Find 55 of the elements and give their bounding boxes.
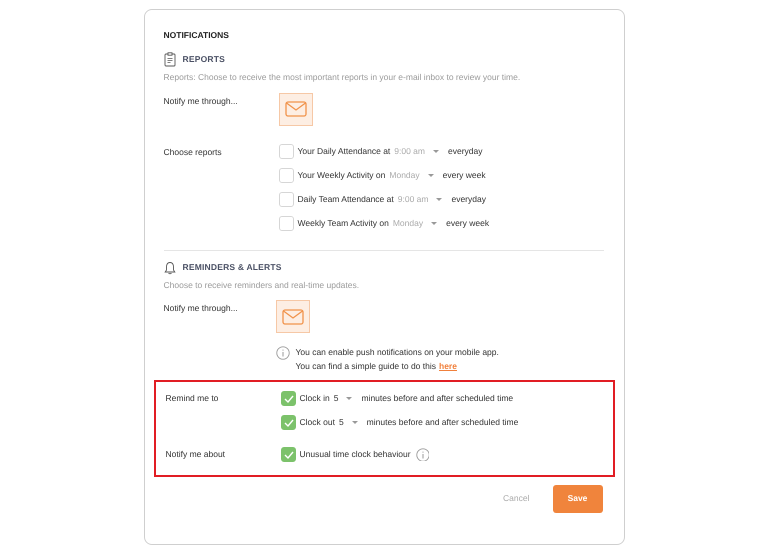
option-label: Daily Team Attendance at	[298, 192, 394, 206]
minutes-dropdown[interactable]: 5	[334, 392, 352, 405]
caret-icon	[352, 420, 358, 424]
checkbox[interactable]	[278, 216, 294, 230]
checkbox[interactable]	[280, 446, 296, 462]
clipboard-icon	[164, 52, 176, 67]
frequency-label: everyday	[451, 192, 486, 206]
time-dropdown[interactable]: Monday	[389, 168, 434, 182]
checkbox[interactable]	[280, 390, 296, 406]
section-description: Choose to receive reminders and real-time updates.	[164, 278, 360, 292]
info-text: You can enable push notifications on your mobile app.	[296, 346, 499, 359]
caret-icon	[431, 222, 438, 224]
option-label: Clock out	[300, 416, 335, 429]
checkbox[interactable]	[278, 144, 294, 158]
caret-icon	[428, 174, 434, 176]
info-icon	[276, 346, 290, 360]
field-label: Remind me to	[166, 392, 220, 405]
section-description: Reports: Choose to receive the most important reports in your e-mail inbox to review your time.	[164, 70, 522, 84]
option-label: Clock in	[300, 392, 330, 405]
field-label: Notify me through...	[164, 302, 239, 316]
section-heading: REPORTS	[182, 52, 225, 66]
option-description: minutes before and after scheduled time	[366, 416, 518, 429]
email-option-button[interactable]	[278, 92, 312, 126]
bell-icon	[164, 260, 176, 274]
envelope-icon	[282, 308, 304, 325]
minutes-dropdown[interactable]: 5	[338, 416, 358, 429]
caret-icon	[346, 396, 352, 400]
time-dropdown[interactable]: Monday	[392, 216, 438, 230]
page-title: NOTIFICATIONS	[164, 29, 230, 42]
section-heading: REMINDERS & ALERTS	[182, 261, 282, 274]
cancel-button[interactable]: Cancel	[503, 492, 530, 506]
checkbox[interactable]	[278, 168, 294, 182]
save-button[interactable]: Save	[552, 484, 602, 513]
frequency-label: every week	[446, 216, 490, 230]
option-label: Your Weekly Activity on	[298, 168, 386, 182]
option-description: minutes before and after scheduled time	[361, 392, 514, 405]
envelope-icon	[284, 101, 306, 117]
time-dropdown[interactable]: 9:00 am	[398, 192, 442, 206]
checkbox[interactable]	[278, 192, 294, 206]
time-dropdown[interactable]: 9:00 am	[394, 144, 439, 158]
field-label: Notify me through...	[164, 94, 239, 108]
caret-icon	[433, 150, 439, 152]
frequency-label: everyday	[448, 144, 482, 158]
info-icon	[416, 448, 429, 461]
frequency-label: every week	[442, 168, 486, 182]
info-text: You can find a simple guide to do this	[296, 360, 436, 373]
option-label: Your Daily Attendance at	[298, 144, 390, 158]
field-label: Notify me about	[166, 448, 226, 461]
checkbox[interactable]	[280, 414, 296, 430]
option-label: Unusual time clock behaviour	[300, 448, 411, 461]
email-option-button[interactable]	[276, 300, 310, 334]
field-label: Choose reports	[164, 146, 223, 159]
caret-icon	[436, 198, 442, 200]
option-label: Weekly Team Activity on	[298, 216, 389, 230]
guide-link[interactable]: here	[439, 360, 457, 373]
